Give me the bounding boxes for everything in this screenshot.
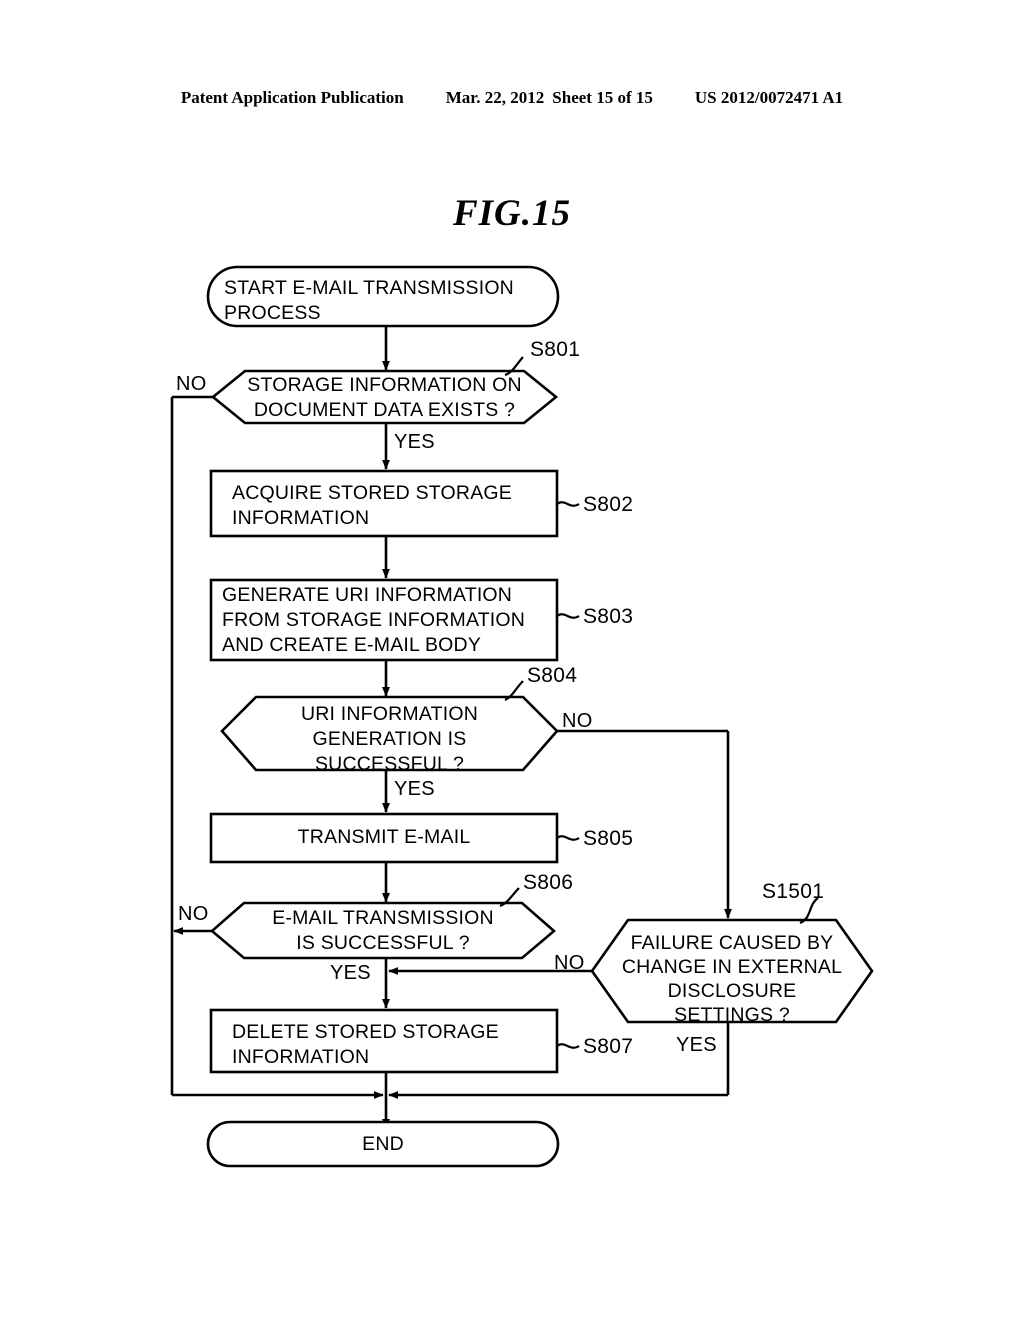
s1501-line-1: FAILURE CAUSED BY — [630, 932, 834, 954]
flowchart-diagram — [0, 0, 1024, 1320]
s1501-line-2: CHANGE IN EXTERNAL — [621, 956, 843, 978]
s1501-label: FAILURE CAUSED BY CHANGE IN EXTERNAL DIS… — [592, 931, 872, 1027]
start-node-label: START E-MAIL TRANSMISSION PROCESS — [224, 276, 554, 326]
s804-label: URI INFORMATION GENERATION IS SUCCESSFUL… — [222, 702, 557, 777]
s802-line-2: INFORMATION — [232, 507, 370, 529]
branch-s806-no: NO — [178, 903, 209, 925]
s805-line-1: TRANSMIT E-MAIL — [297, 826, 471, 848]
s804-line-1: URI INFORMATION — [300, 703, 479, 725]
end-line-1: END — [362, 1133, 404, 1155]
step-label-s805: S805 — [583, 827, 634, 850]
s806-line-1: E-MAIL TRANSMISSION — [272, 907, 494, 929]
s804-line-3: SUCCESSFUL ? — [314, 753, 465, 775]
s801-line-1: STORAGE INFORMATION ON — [247, 374, 522, 396]
s802-label: ACQUIRE STORED STORAGE INFORMATION — [232, 481, 552, 531]
s807-line-1: DELETE STORED STORAGE — [232, 1021, 499, 1043]
branch-s1501-yes: YES — [676, 1034, 717, 1056]
branch-s801-yes: YES — [394, 431, 435, 453]
end-node-label: END — [208, 1132, 558, 1157]
branch-s1501-no: NO — [554, 952, 585, 974]
s803-line-3: AND CREATE E-MAIL BODY — [222, 634, 482, 656]
s803-line-2: FROM STORAGE INFORMATION — [222, 609, 526, 631]
branch-s804-yes: YES — [394, 778, 435, 800]
s803-line-1: GENERATE URI INFORMATION — [222, 584, 513, 606]
step-label-s802: S802 — [583, 493, 634, 516]
s805-label: TRANSMIT E-MAIL — [211, 825, 557, 850]
step-label-s803: S803 — [583, 605, 634, 628]
step-label-s1501: S1501 — [762, 880, 825, 903]
s806-label: E-MAIL TRANSMISSION IS SUCCESSFUL ? — [212, 906, 554, 956]
start-line-2: PROCESS — [224, 302, 321, 324]
start-line-1: START E-MAIL TRANSMISSION — [224, 277, 514, 299]
s803-label: GENERATE URI INFORMATION FROM STORAGE IN… — [222, 583, 552, 658]
step-label-s804: S804 — [527, 664, 578, 687]
s801-line-2: DOCUMENT DATA EXISTS ? — [253, 399, 516, 421]
step-label-s807: S807 — [583, 1035, 634, 1058]
branch-s801-no: NO — [176, 373, 207, 395]
s807-label: DELETE STORED STORAGE INFORMATION — [232, 1020, 552, 1070]
s801-label: STORAGE INFORMATION ON DOCUMENT DATA EXI… — [213, 373, 556, 423]
step-label-s806: S806 — [523, 871, 574, 894]
s1501-line-4: SETTINGS ? — [674, 1004, 790, 1026]
s806-line-2: IS SUCCESSFUL ? — [296, 932, 470, 954]
step-label-s801: S801 — [530, 338, 581, 361]
s807-line-2: INFORMATION — [232, 1046, 370, 1068]
s804-line-2: GENERATION IS — [312, 728, 467, 750]
branch-s804-no: NO — [562, 710, 593, 732]
s1501-line-3: DISCLOSURE — [667, 980, 797, 1002]
s802-line-1: ACQUIRE STORED STORAGE — [232, 482, 512, 504]
branch-s806-yes: YES — [330, 962, 371, 984]
